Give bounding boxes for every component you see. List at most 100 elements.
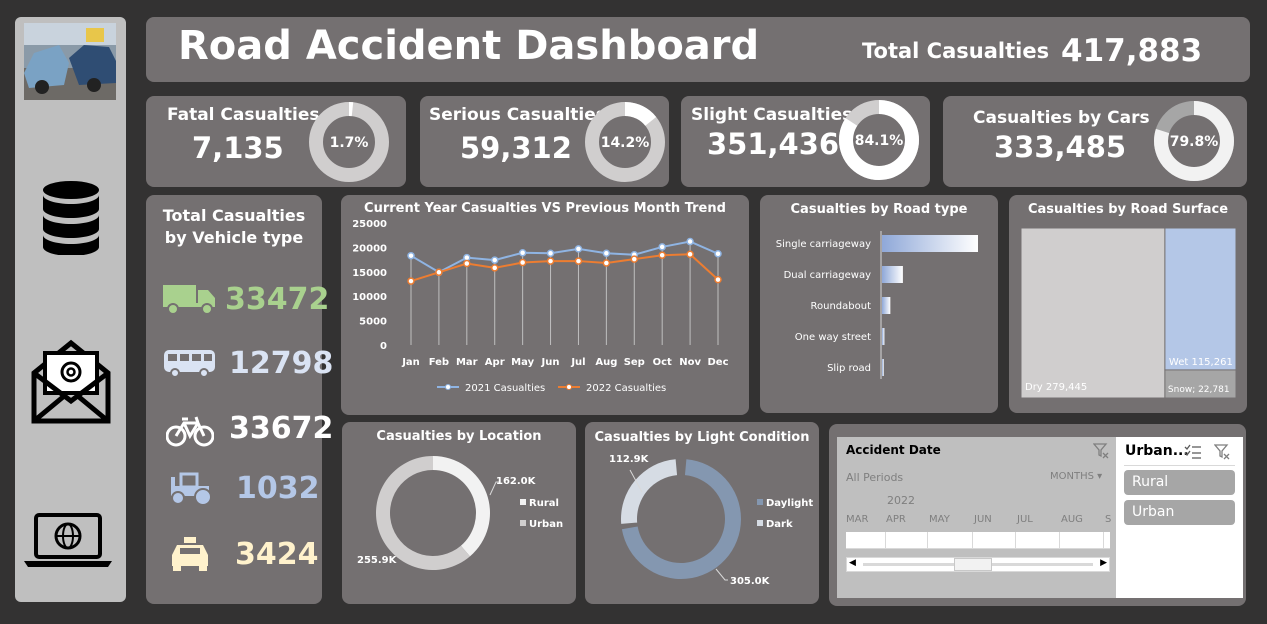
bar	[882, 266, 903, 283]
timeline-month[interactable]: AUG	[1061, 514, 1083, 525]
location-panel: Casualties by Location 162.0K 255.9K Rural…	[342, 422, 576, 604]
clear-filter-icon[interactable]	[1214, 444, 1230, 460]
road-type-panel: Casualties by Road type Single carriagew…	[760, 195, 998, 413]
vehicle-value-bus: 12798	[229, 346, 334, 381]
y-tick-label: 0	[380, 341, 387, 352]
x-tick-label: Nov	[679, 357, 701, 368]
data-point	[602, 259, 611, 267]
kpi-cars: Casualties by Cars 333,485 79.8%	[943, 96, 1247, 187]
data-label: 305.0K	[730, 576, 771, 587]
data-point	[714, 275, 722, 284]
date-timeline-slicer: Accident Date All Periods MONTHS ▾ 2022 …	[837, 437, 1116, 598]
multi-select-icon[interactable]	[1184, 444, 1202, 460]
bar	[882, 235, 978, 252]
treemap-tile	[1164, 227, 1237, 371]
vehicle-panel-title-2: by Vehicle type	[164, 228, 304, 247]
x-tick-label: Jul	[570, 357, 585, 368]
kpi-pct-label: 79.8%	[1170, 134, 1219, 150]
x-tick-label: May	[511, 357, 534, 368]
category-label: Slip road	[827, 363, 871, 374]
data-point	[686, 237, 694, 246]
tractor-icon	[171, 472, 212, 506]
y-tick-label: 20000	[352, 243, 387, 254]
timeline-month[interactable]: S	[1105, 514, 1111, 525]
legend-marker	[445, 384, 451, 390]
data-point	[407, 251, 415, 260]
light-condition-panel: Casualties by Light Condition 112.9K 305.…	[585, 422, 819, 604]
data-point	[463, 259, 471, 268]
legend-swatch	[757, 520, 763, 526]
kpi-value: 351,436	[707, 127, 840, 161]
timeline-month[interactable]: JUL	[1017, 514, 1033, 525]
laptop-web-icon[interactable]	[22, 513, 114, 569]
bicycle-icon	[166, 416, 214, 447]
vehicle-type-panel: Total Casualties by Vehicle type 33472 1…	[146, 195, 333, 604]
kpi-value: 7,135	[192, 131, 284, 165]
treemap-label: Wet 115,261	[1169, 357, 1233, 368]
total-casualties-value: 417,883	[1061, 33, 1203, 69]
road-type-bar-chart: Single carriageway Dual carriageway Rounda…	[776, 231, 978, 379]
donut-slice	[621, 459, 678, 524]
legend-label: 2021 Casualties	[465, 383, 545, 394]
data-point	[630, 255, 639, 263]
slicer-title: Urban...	[1125, 443, 1189, 459]
x-tick-label: Feb	[429, 357, 449, 368]
kpi-value: 59,312	[460, 131, 572, 165]
timeline-month[interactable]: JUN	[974, 514, 992, 525]
x-tick-label: Apr	[485, 357, 505, 368]
timeline-scrollbar[interactable]: ◀ ▶	[846, 557, 1110, 572]
chevron-down-icon: ▾	[1097, 471, 1103, 482]
leader-line	[715, 568, 728, 581]
data-label: 112.9K	[609, 454, 650, 465]
kpi-title: Fatal Casualties	[167, 105, 320, 125]
kpi-title: Serious Casualties	[429, 105, 606, 125]
kpi-donut: 79.8%	[1154, 101, 1234, 181]
kpi-title: Casualties by Cars	[973, 108, 1150, 128]
bar	[882, 359, 884, 376]
data-point	[490, 256, 499, 264]
series-line	[410, 253, 719, 283]
truck-icon	[163, 285, 215, 315]
legend-label: 2022 Casualties	[586, 383, 666, 394]
x-tick-label: Mar	[456, 357, 478, 368]
email-icon[interactable]	[31, 339, 111, 425]
data-point	[658, 243, 666, 251]
scroll-thumb[interactable]	[954, 558, 992, 571]
y-tick-label: 10000	[352, 292, 387, 303]
treemap-label: Dry 279,445	[1025, 382, 1087, 393]
vehicle-value-tractor: 1032	[236, 471, 320, 506]
vehicle-panel-title-1: Total Casualties	[162, 206, 306, 225]
clear-filter-icon[interactable]	[1093, 443, 1109, 459]
timeline-month[interactable]: APR	[886, 514, 906, 525]
timeline-all-periods: All Periods	[846, 471, 904, 484]
trend-line-chart: 25000 20000 15000 10000 5000 0 Jan Feb Mar Apr May…	[352, 219, 728, 394]
data-point	[602, 249, 611, 258]
bar	[882, 297, 891, 314]
light-condition-donut: 112.9K 305.0K Daylight Dark	[609, 454, 813, 587]
y-tick-label: 5000	[359, 317, 387, 328]
timeline-title: Accident Date	[846, 443, 941, 457]
x-tick-label: Aug	[595, 357, 617, 368]
timeline-level-dropdown[interactable]: MONTHS ▾	[1050, 471, 1102, 482]
slicer-option-urban[interactable]: Urban	[1124, 500, 1235, 525]
data-point	[518, 249, 527, 257]
timeline-level-label: MONTHS	[1050, 471, 1094, 482]
legend-label: Dark	[766, 519, 793, 530]
data-label: 162.0K	[496, 476, 537, 487]
scroll-right-icon[interactable]: ▶	[1100, 558, 1107, 568]
road-surface-panel: Casualties by Road Surface Dry 279,445 We…	[1009, 195, 1247, 413]
timeline-bar[interactable]	[846, 532, 1110, 549]
vehicle-value-bicycle: 33672	[229, 411, 334, 446]
data-point	[658, 251, 666, 259]
category-label: Roundabout	[811, 301, 872, 312]
database-icon[interactable]	[42, 181, 100, 255]
y-tick-label: 15000	[352, 268, 387, 279]
car-icon	[172, 537, 208, 571]
timeline-month[interactable]: MAY	[929, 514, 950, 525]
treemap-label: Snow; 22,781	[1168, 385, 1230, 395]
slicer-option-rural[interactable]: Rural	[1124, 470, 1235, 495]
data-point	[435, 268, 443, 277]
timeline-month[interactable]: MAR	[846, 514, 868, 525]
legend-swatch	[757, 499, 763, 505]
scroll-left-icon[interactable]: ◀	[849, 558, 856, 568]
